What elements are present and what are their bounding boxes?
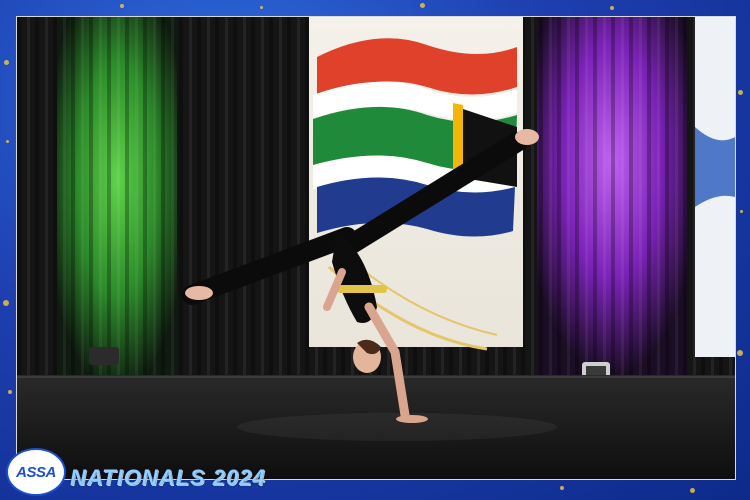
south-african-flag-banner — [309, 17, 523, 351]
glitter-speck — [260, 6, 263, 9]
glitter-speck — [6, 140, 9, 143]
glitter-speck — [8, 390, 12, 394]
glitter-speck — [420, 3, 425, 8]
sports-organisation-logo: ASSA — [6, 448, 66, 496]
event-title: NATIONALS 2024 — [70, 465, 266, 490]
glitter-speck — [120, 4, 124, 8]
logo-text: ASSA — [16, 463, 56, 481]
glitter-speck — [4, 60, 9, 65]
glitter-speck — [738, 90, 743, 95]
stage-photo — [16, 16, 736, 480]
glitter-speck — [560, 486, 564, 490]
photo-frame: ASSA NATIONALS 2024 — [0, 0, 750, 500]
stage-scene — [17, 17, 735, 479]
glitter-speck — [610, 6, 614, 10]
glitter-speck — [690, 488, 695, 493]
glitter-speck — [3, 300, 9, 306]
glitter-speck — [740, 210, 743, 213]
glitter-speck — [737, 350, 743, 356]
